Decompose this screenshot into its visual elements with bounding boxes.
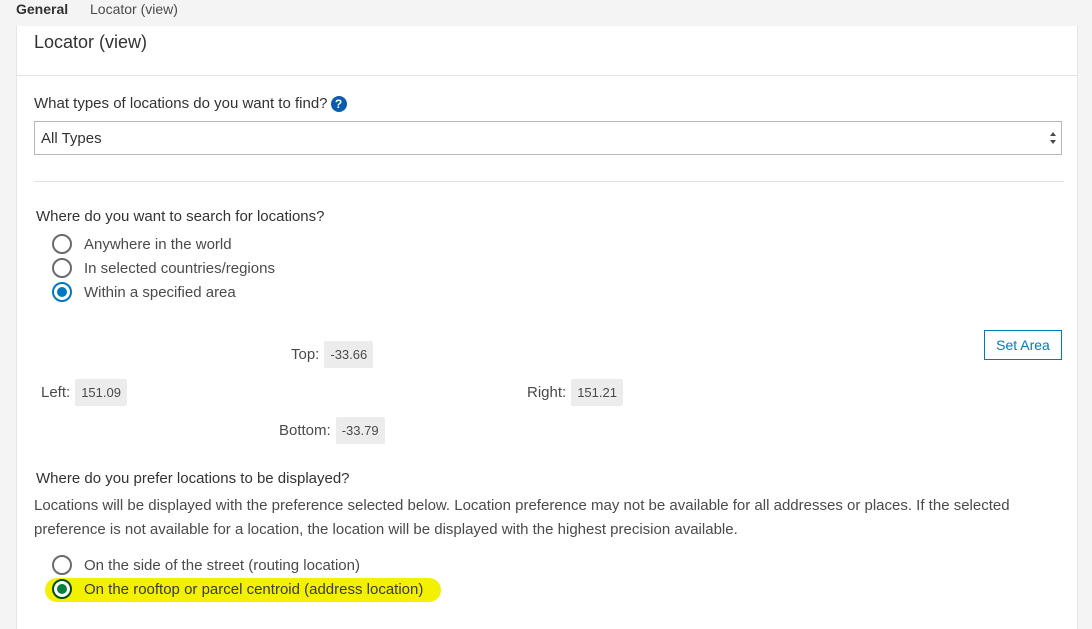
radio-selected-countries[interactable]: In selected countries/regions [52, 258, 275, 278]
location-types-value: All Types [41, 130, 102, 147]
help-icon[interactable]: ? [330, 96, 347, 113]
radio-button[interactable] [52, 555, 72, 575]
right-label: Right: [527, 384, 567, 401]
radio-label: Anywhere in the world [84, 235, 232, 253]
tab-bar: General Locator (view) [0, 0, 1092, 22]
search-question: Where do you want to search for location… [36, 208, 325, 225]
locator-panel: Locator (view) What types of locations d… [16, 26, 1078, 629]
radio-button[interactable] [52, 258, 72, 278]
right-value: 151.21 [571, 379, 623, 406]
radio-side-of-street[interactable]: On the side of the street (routing locat… [52, 555, 360, 575]
title-divider [17, 75, 1077, 76]
types-question: What types of locations do you want to f… [34, 95, 347, 113]
top-value: -33.66 [324, 341, 374, 368]
left-value: 151.09 [75, 379, 127, 406]
bottom-label: Bottom: [279, 422, 331, 439]
radio-label: In selected countries/regions [84, 259, 275, 277]
radio-label: On the rooftop or parcel centroid (addre… [84, 580, 424, 598]
top-coordinate: Top: -33.66 [291, 341, 374, 368]
select-arrows-icon [1050, 132, 1056, 144]
radio-specified-area[interactable]: Within a specified area [52, 282, 236, 302]
left-coordinate: Left: 151.09 [41, 379, 127, 406]
display-description: Locations will be displayed with the pre… [34, 497, 1010, 538]
tab-locator-view[interactable]: Locator (view) [90, 1, 178, 17]
tab-general[interactable]: General [16, 1, 68, 17]
right-coordinate: Right: 151.21 [527, 379, 623, 406]
location-types-select[interactable]: All Types [34, 121, 1062, 155]
set-area-button[interactable]: Set Area [984, 330, 1062, 360]
radio-button[interactable] [52, 234, 72, 254]
radio-anywhere[interactable]: Anywhere in the world [52, 234, 232, 254]
top-label: Top: [291, 346, 320, 363]
bottom-value: -33.79 [335, 417, 385, 444]
display-question: Where do you prefer locations to be disp… [36, 470, 350, 487]
radio-label: On the side of the street (routing locat… [84, 556, 360, 574]
radio-label: Within a specified area [84, 283, 236, 301]
bottom-coordinate: Bottom: -33.79 [279, 417, 385, 444]
section-divider [34, 181, 1064, 182]
types-question-text: What types of locations do you want to f… [34, 95, 328, 112]
radio-rooftop[interactable]: On the rooftop or parcel centroid (addre… [52, 579, 423, 599]
radio-button[interactable] [52, 282, 72, 302]
left-label: Left: [41, 384, 71, 401]
panel-title: Locator (view) [34, 32, 148, 52]
radio-button[interactable] [52, 579, 72, 599]
